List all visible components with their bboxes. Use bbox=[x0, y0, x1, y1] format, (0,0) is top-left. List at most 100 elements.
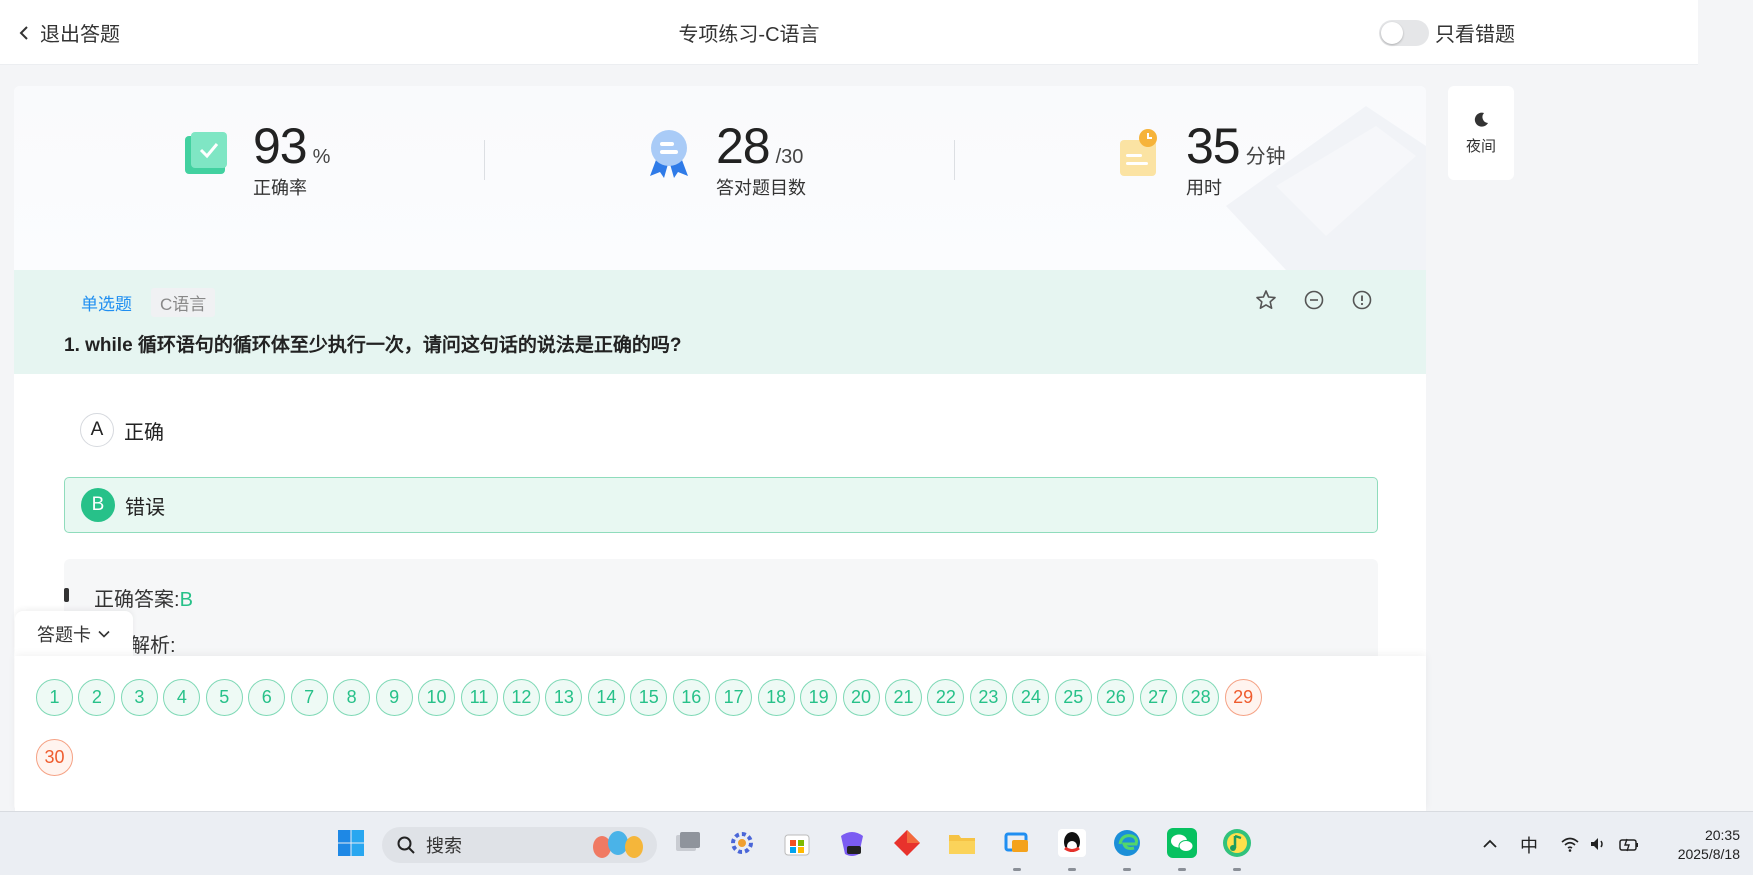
wifi-icon[interactable] bbox=[1560, 834, 1580, 854]
star-icon[interactable] bbox=[1254, 288, 1278, 312]
app-window: 退出答题 专项练习-C语言 只看错题 夜间 9 3% 正确率 28 /30 答对题… bbox=[0, 0, 1698, 811]
option-b-letter: B bbox=[81, 488, 115, 522]
answer-sheet-item[interactable]: 24 bbox=[1012, 679, 1050, 716]
option-a[interactable]: A 正确 bbox=[64, 402, 1378, 458]
battery-icon[interactable] bbox=[1618, 834, 1640, 854]
edge-icon[interactable] bbox=[1110, 826, 1144, 860]
answer-sheet-item[interactable]: 18 bbox=[757, 679, 795, 716]
answer-sheet-item[interactable]: 28 bbox=[1182, 679, 1220, 716]
answer-sheet-item[interactable]: 30 bbox=[36, 739, 73, 776]
file-explorer-icon[interactable] bbox=[945, 826, 979, 860]
correct-answer: 正确答案:B bbox=[94, 583, 193, 612]
award-badge-icon bbox=[650, 130, 688, 178]
answer-sheet-item[interactable]: 16 bbox=[672, 679, 710, 716]
answer-sheet-item[interactable]: 20 bbox=[842, 679, 880, 716]
wrong-only-toggle[interactable]: 只看错题 bbox=[1379, 18, 1515, 47]
question-actions bbox=[1254, 288, 1374, 312]
question-tags: 单选题 C语言 bbox=[72, 288, 216, 317]
answer-sheet-item[interactable]: 21 bbox=[885, 679, 922, 716]
timer-note-icon bbox=[1120, 129, 1157, 176]
top-bar: 退出答题 专项练习-C语言 只看错题 bbox=[0, 0, 1698, 65]
correct-answer-value: B bbox=[179, 589, 193, 611]
system-clock[interactable]: 20:35 2025/8/18 bbox=[1660, 826, 1740, 864]
answer-sheet-item[interactable]: 15 bbox=[630, 679, 668, 716]
answer-sheet-item[interactable]: 23 bbox=[969, 679, 1007, 716]
qq-music-icon[interactable] bbox=[1220, 826, 1254, 860]
answer-sheet-item[interactable]: 5 bbox=[205, 679, 243, 716]
correct-count-value: 28 bbox=[716, 118, 771, 174]
store-icon[interactable] bbox=[780, 826, 814, 860]
answer-sheet-panel: 1 2 3 4 5 6 7 8 9 10 11 12 13 14 15 16 17 18 19 20 21 22 23 24 2… bbox=[15, 656, 1426, 811]
analysis-label: 解析: bbox=[130, 635, 176, 657]
answer-sheet-item[interactable]: 22 bbox=[927, 679, 965, 716]
answer-sheet-item[interactable]: 4 bbox=[163, 679, 201, 716]
windows-start-icon[interactable] bbox=[334, 826, 368, 860]
question-header: 单选题 C语言 1. while 循环语句的循环体至少执行一次，请问这句话的说法… bbox=[14, 270, 1426, 374]
red-diamond-app-icon[interactable] bbox=[890, 826, 924, 860]
option-b[interactable]: B 错误 bbox=[64, 477, 1378, 533]
settings-app-icon[interactable] bbox=[725, 826, 759, 860]
m365-copilot-icon[interactable] bbox=[835, 826, 869, 860]
minus-circle-icon[interactable] bbox=[1302, 288, 1326, 312]
remote-desktop-icon[interactable] bbox=[1000, 826, 1034, 860]
accuracy-unit: % bbox=[312, 146, 331, 168]
question-lang-tag: C语言 bbox=[151, 288, 216, 317]
answer-sheet-item[interactable]: 2 bbox=[78, 679, 116, 716]
time-used-label: 用时 bbox=[1186, 178, 1222, 198]
answer-sheet-item[interactable]: 29 bbox=[1224, 679, 1262, 716]
answer-sheet-item[interactable]: 10 bbox=[418, 679, 456, 716]
stat-divider bbox=[954, 140, 955, 180]
running-indicator bbox=[1013, 868, 1021, 871]
time-used-unit: 分钟 bbox=[1245, 146, 1286, 168]
answer-sheet-item[interactable]: 9 bbox=[375, 679, 413, 716]
stat-correct-count: 28/30 答对题目数 bbox=[642, 120, 806, 200]
balloons-icon bbox=[593, 831, 643, 858]
stat-time-used: 35 分钟 用时 bbox=[1112, 120, 1286, 200]
night-mode-button[interactable]: 夜间 bbox=[1448, 86, 1514, 180]
taskbar-search[interactable]: 搜索 bbox=[382, 827, 657, 863]
correct-count-label: 答对题目数 bbox=[716, 178, 806, 198]
task-view-icon[interactable] bbox=[670, 826, 704, 860]
answer-sheet-item[interactable]: 13 bbox=[545, 679, 583, 716]
windows-taskbar: 搜索 中 20:35 2025/8/18 bbox=[0, 811, 1753, 875]
answer-sheet-item[interactable]: 8 bbox=[333, 679, 371, 716]
answer-sheet-item[interactable]: 14 bbox=[587, 679, 625, 716]
wechat-icon[interactable] bbox=[1165, 826, 1199, 860]
running-indicator bbox=[1068, 868, 1076, 871]
toggle-switch[interactable] bbox=[1379, 19, 1429, 46]
correct-answer-label: 正确答案: bbox=[94, 589, 180, 611]
search-icon bbox=[397, 836, 415, 854]
option-b-text: 错误 bbox=[125, 496, 165, 519]
info-circle-icon[interactable] bbox=[1350, 288, 1374, 312]
ime-indicator[interactable]: 中 bbox=[1520, 832, 1538, 858]
answer-sheet-item[interactable]: 1 bbox=[36, 679, 73, 716]
qq-icon[interactable] bbox=[1055, 826, 1089, 860]
answer-sheet-item[interactable]: 6 bbox=[248, 679, 286, 716]
answer-sheet-item[interactable]: 7 bbox=[290, 679, 328, 716]
answer-sheet-item[interactable]: 26 bbox=[1097, 679, 1135, 716]
answer-sheet-item[interactable]: 17 bbox=[715, 679, 753, 716]
answer-marker bbox=[64, 588, 69, 602]
question-text: 1. while 循环语句的循环体至少执行一次，请问这句话的说法是正确的吗? bbox=[64, 335, 682, 356]
chevron-down-icon bbox=[98, 630, 110, 638]
running-indicator bbox=[1123, 868, 1131, 871]
answer-sheet-tab[interactable]: 答题卡 bbox=[15, 611, 133, 656]
time-used-value: 35 bbox=[1186, 118, 1241, 174]
accuracy-label: 正确率 bbox=[253, 178, 307, 198]
answer-sheet-item[interactable]: 3 bbox=[120, 679, 158, 716]
answer-sheet-item[interactable]: 11 bbox=[460, 679, 498, 716]
moon-icon bbox=[1474, 112, 1488, 127]
check-book-icon bbox=[185, 132, 227, 174]
stats-panel: 93% 正确率 28/30 答对题目数 35 分钟 用时 bbox=[14, 86, 1426, 270]
night-mode-label: 夜间 bbox=[1465, 137, 1496, 155]
clock-date: 2025/8/18 bbox=[1677, 846, 1740, 862]
answer-sheet-item[interactable]: 27 bbox=[1139, 679, 1177, 716]
answer-sheet-item[interactable]: 12 bbox=[502, 679, 540, 716]
running-indicator bbox=[1178, 868, 1186, 871]
chevron-up-icon[interactable] bbox=[1482, 836, 1498, 852]
stat-divider bbox=[484, 140, 485, 180]
running-indicator bbox=[1233, 868, 1241, 871]
answer-sheet-item[interactable]: 19 bbox=[800, 679, 838, 716]
volume-icon[interactable] bbox=[1588, 834, 1608, 854]
answer-sheet-item[interactable]: 25 bbox=[1054, 679, 1092, 716]
